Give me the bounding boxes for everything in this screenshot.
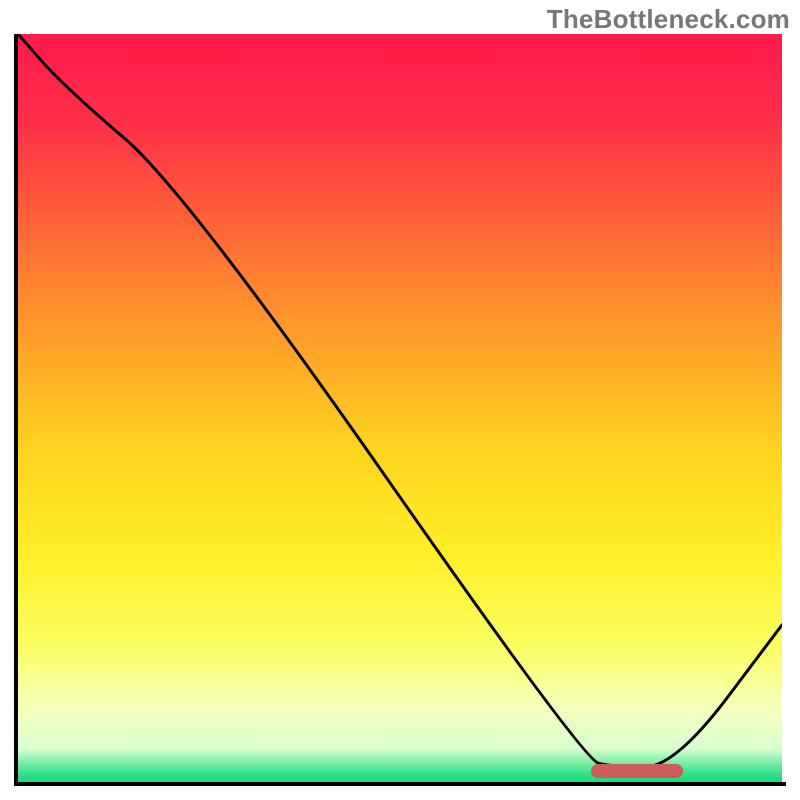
- plot-area: [18, 34, 782, 782]
- y-axis: [14, 34, 18, 786]
- curve-line: [18, 34, 782, 782]
- x-axis: [14, 782, 786, 786]
- optimal-marker: [591, 764, 683, 778]
- watermark-text: TheBottleneck.com: [547, 4, 790, 35]
- chart-container: TheBottleneck.com: [0, 0, 800, 800]
